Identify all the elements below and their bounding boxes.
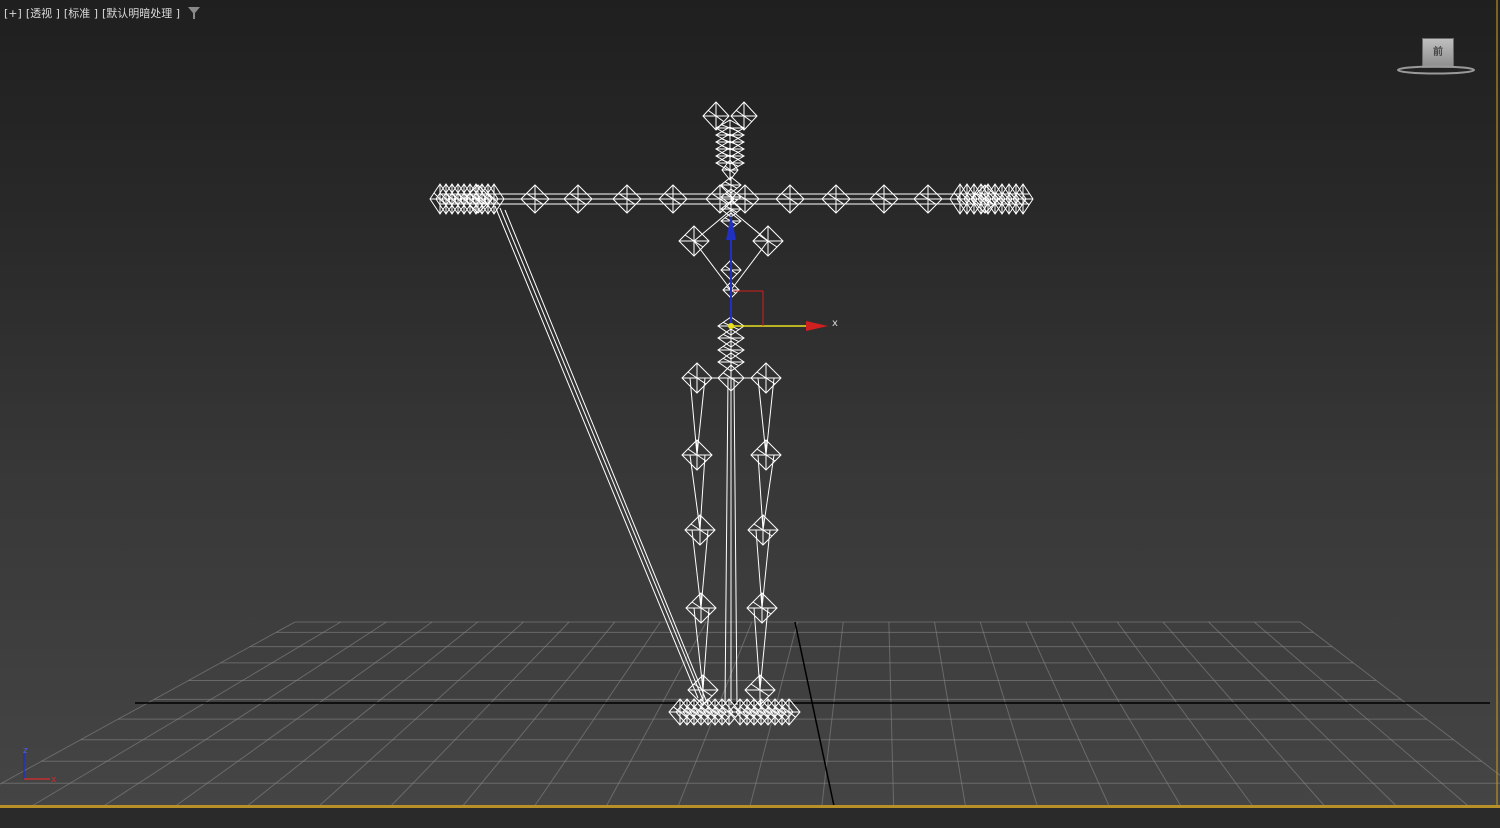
viewcube-compass-ring[interactable]	[1396, 64, 1476, 76]
scene-canvas[interactable]: x	[0, 0, 1500, 808]
status-strip	[0, 808, 1500, 828]
viewport-menu-button[interactable]: [+]	[4, 7, 22, 20]
tripod-x-label: x	[51, 775, 57, 785]
filter-icon[interactable]	[188, 7, 201, 19]
tripod-z-label: z	[23, 746, 28, 756]
viewport-active-border-right	[1496, 0, 1498, 808]
view-type-button[interactable]: [透视 ]	[26, 5, 60, 21]
biped-wireframe[interactable]	[429, 101, 1034, 726]
viewcube-icon[interactable]: 前	[1396, 36, 1476, 78]
perspective-viewport[interactable]: x [+] [透视 ] [标准 ] [默认明暗处理 ] 前 z x	[0, 0, 1500, 808]
viewport-label: [+] [透视 ] [标准 ] [默认明暗处理 ]	[4, 5, 201, 21]
lighting-mode-button[interactable]: [默认明暗处理 ]	[102, 5, 180, 21]
shading-mode-button[interactable]: [标准 ]	[64, 5, 98, 21]
transform-gizmo[interactable]: x	[726, 214, 838, 331]
gizmo-x-label: x	[832, 318, 838, 329]
axis-tripod-icon: z x	[23, 746, 57, 785]
